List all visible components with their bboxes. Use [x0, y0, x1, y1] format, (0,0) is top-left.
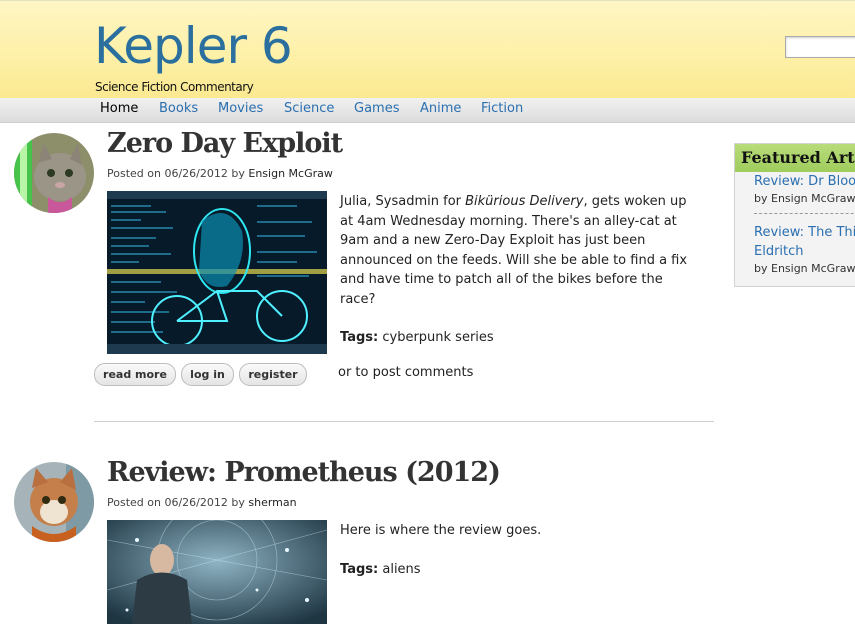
featured-link[interactable]: Review: The Thing — [754, 225, 855, 240]
posted-on-label: Posted on — [107, 167, 161, 180]
teaser-emphasis: Bikürious Delivery — [465, 194, 584, 209]
register-button[interactable]: register — [239, 363, 307, 386]
tags-label: Tags: — [340, 330, 379, 345]
featured-link-line2[interactable]: Eldritch — [754, 244, 804, 259]
featured-author: by Ensign McGraw — [754, 192, 855, 205]
author-avatar — [14, 133, 94, 213]
author-avatar — [14, 462, 94, 542]
teaser-text-end: , gets woken up at 4am Wednesday morning… — [340, 194, 688, 307]
post-title[interactable]: Review: Prometheus (2012) — [107, 457, 501, 488]
tag-links[interactable]: aliens — [382, 562, 420, 577]
teaser-text-start: Julia, Sysadmin for — [340, 194, 466, 209]
nav-item-books[interactable]: Books — [159, 101, 198, 116]
featured-separator — [754, 213, 855, 214]
site-title[interactable]: Kepler 6 — [94, 17, 293, 75]
posted-on-label: Posted on — [107, 496, 161, 509]
post-date: 06/26/2012 — [164, 496, 228, 509]
post-teaser: Here is where the review goes. — [340, 523, 542, 538]
post-meta: Posted on 06/26/2012 by Ensign McGraw — [107, 167, 333, 180]
post-teaser: Julia, Sysadmin for Bikürious Delivery, … — [340, 192, 702, 309]
prometheus-image-icon — [107, 520, 327, 624]
featured-author: by Ensign McGraw — [754, 262, 855, 275]
post-divider — [94, 421, 714, 422]
site-header: Kepler 6 Science Fiction Commentary — [0, 0, 855, 99]
cat-avatar-icon — [14, 462, 94, 542]
featured-articles-block: Featured Articles Review: Dr Bloodmoney … — [734, 143, 855, 287]
nav-item-home[interactable]: Home — [100, 101, 138, 116]
post-title[interactable]: Zero Day Exploit — [107, 128, 343, 159]
nav-item-fiction[interactable]: Fiction — [481, 101, 523, 116]
tag-links[interactable]: cyberpunk series — [382, 330, 493, 345]
comment-note: or to post comments — [338, 365, 474, 380]
cyberpunk-bike-image-icon — [107, 191, 327, 354]
author-link[interactable]: Ensign McGraw — [248, 167, 332, 180]
by-label: by — [231, 496, 245, 509]
nav-item-movies[interactable]: Movies — [218, 101, 263, 116]
post-tags: Tags: cyberpunk series — [340, 330, 494, 345]
search-input[interactable] — [785, 36, 855, 58]
nav-item-science[interactable]: Science — [284, 101, 334, 116]
main-nav: Home Books Movies Science Games Anime Fi… — [0, 98, 855, 123]
read-more-button[interactable]: read more — [94, 363, 176, 386]
nav-item-anime[interactable]: Anime — [420, 101, 461, 116]
post-meta: Posted on 06/26/2012 by sherman — [107, 496, 297, 509]
log-in-button[interactable]: log in — [181, 363, 234, 386]
featured-link[interactable]: Review: Dr Bloodmoney — [754, 174, 855, 189]
post-thumbnail[interactable] — [107, 191, 327, 354]
cat-avatar-icon — [14, 133, 94, 213]
post-tags: Tags: aliens — [340, 562, 421, 577]
author-link[interactable]: sherman — [248, 496, 296, 509]
by-label: by — [231, 167, 245, 180]
tags-label: Tags: — [340, 562, 379, 577]
nav-item-games[interactable]: Games — [354, 101, 399, 116]
post-date: 06/26/2012 — [164, 167, 228, 180]
post-thumbnail[interactable] — [107, 520, 327, 624]
featured-heading: Featured Articles — [735, 144, 855, 172]
site-slogan: Science Fiction Commentary — [95, 80, 254, 94]
